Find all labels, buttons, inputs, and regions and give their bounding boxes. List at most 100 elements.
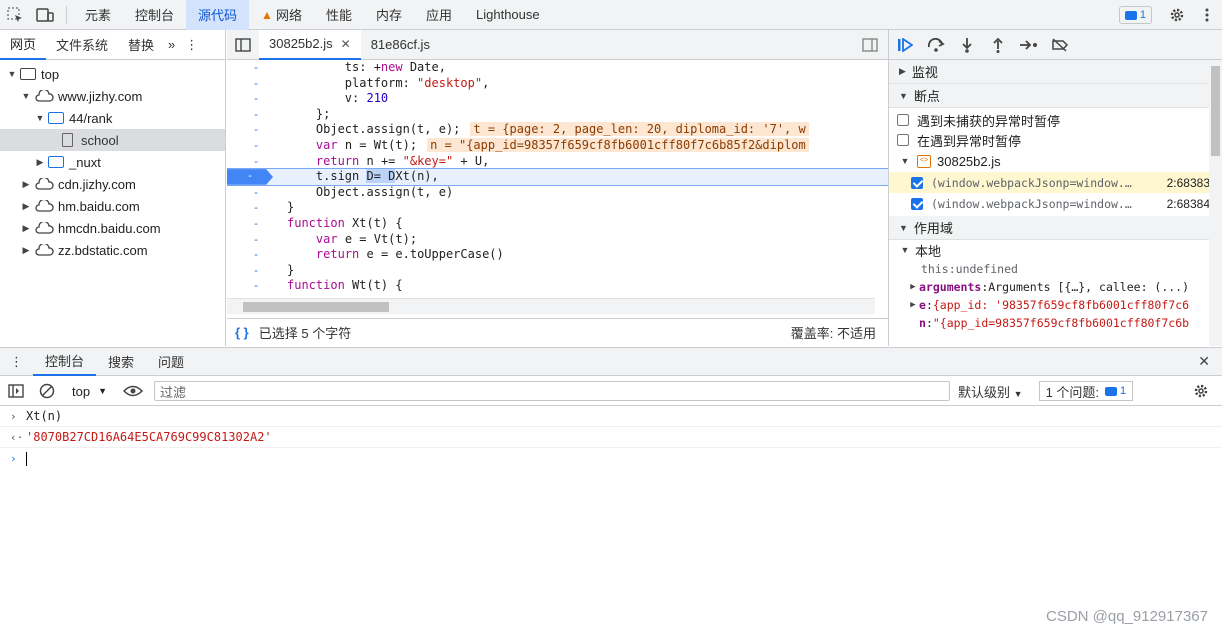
line-gutter[interactable]: - [227, 185, 285, 201]
console-settings-gear-icon[interactable] [1185, 376, 1216, 406]
step-icon[interactable] [1013, 30, 1044, 60]
line-gutter[interactable]: - [227, 200, 285, 216]
line-gutter[interactable]: - [227, 263, 285, 279]
tab-console[interactable]: 控制台 [123, 0, 186, 30]
editor-tabs: 30825b2.js ✕ 81e86cf.js [227, 29, 888, 60]
log-levels-dropdown[interactable]: 默认级别 ▼ [958, 382, 1023, 401]
expand-arrow-icon: ▼ [35, 113, 45, 123]
resume-icon[interactable] [889, 30, 920, 60]
step-out-icon[interactable] [982, 30, 1013, 60]
clear-console-icon[interactable] [31, 376, 62, 406]
scrollbar-thumb[interactable] [243, 302, 389, 312]
issues-counter[interactable]: 1 个问题: 1 [1038, 381, 1134, 401]
drawer-menu-icon[interactable]: ⋮ [0, 348, 33, 376]
nav-more-options-icon[interactable]: ⋮ [179, 30, 204, 60]
tree-item-folder[interactable]: ▼ 44/rank [0, 107, 225, 129]
horizontal-scrollbar[interactable] [227, 298, 875, 314]
scope-section-header[interactable]: ▼ 作用域 [889, 216, 1222, 240]
tree-item-nuxt[interactable]: ▶ _nuxt [0, 151, 225, 173]
scope-variable[interactable]: n: "{app_id=98357f659cf8fb6001cff80f7c6b [889, 314, 1222, 332]
breakpoint-item[interactable]: (window.webpackJsonp=window.webpackJsonp… [889, 172, 1222, 193]
breakpoint-checkbox[interactable] [911, 176, 923, 189]
inspect-element-icon[interactable] [0, 0, 30, 30]
close-tab-icon[interactable]: ✕ [341, 37, 351, 51]
step-into-icon[interactable] [951, 30, 982, 60]
code-line: - v: 210 [227, 91, 888, 107]
breakpoint-item[interactable]: (window.webpackJsonp=window.webpackJsonp… [889, 193, 1222, 214]
tab-performance[interactable]: 性能 [314, 0, 364, 30]
scope-variable[interactable]: ▶ e: {app_id: '98357f659cf8fb6001cff80f7c… [889, 296, 1222, 314]
pause-caught-checkbox[interactable]: 在遇到异常时暂停 [889, 130, 1222, 150]
issues-badge[interactable]: 1 [1118, 6, 1152, 24]
tab-network[interactable]: ▲ 网络 [249, 0, 314, 30]
tree-item-school[interactable]: school [0, 129, 225, 151]
editor-tab-30825b2[interactable]: 30825b2.js ✕ [259, 29, 361, 60]
show-sidebar-icon[interactable] [0, 376, 31, 406]
tab-sources[interactable]: 源代码 [186, 0, 250, 30]
toggle-navigator-icon[interactable] [227, 30, 259, 60]
pretty-print-icon[interactable]: { } [235, 325, 249, 340]
line-gutter[interactable]: - [227, 278, 285, 294]
collapse-arrow-icon: ▶ [910, 282, 916, 292]
toggle-debugger-icon[interactable] [862, 38, 878, 55]
live-expression-eye-icon[interactable] [117, 376, 148, 406]
scope-variable[interactable]: ▶ arguments: Arguments [{…}, callee: (...… [889, 278, 1222, 296]
scrollbar-thumb[interactable] [1211, 66, 1220, 156]
editor-tab-81e86cf[interactable]: 81e86cf.js [361, 30, 440, 60]
nav-tab-overrides[interactable]: 替换 [118, 30, 164, 60]
line-gutter[interactable]: - [227, 122, 285, 138]
close-drawer-icon[interactable]: ✕ [1198, 353, 1210, 370]
console-prompt[interactable]: › [0, 448, 1222, 469]
tab-lighthouse[interactable]: Lighthouse [464, 0, 552, 30]
console-output[interactable]: › Xt(n) ‹· '8070B27CD16A64E5CA769C99C81302… [0, 406, 1222, 636]
nav-tab-filesystem[interactable]: 文件系统 [46, 30, 118, 60]
device-toolbar-icon[interactable] [30, 0, 60, 30]
vertical-scrollbar[interactable] [1209, 60, 1222, 346]
breakpoints-section-header[interactable]: ▼ 断点 [889, 84, 1222, 108]
line-gutter[interactable]: - [227, 216, 285, 232]
breakpoint-checkbox[interactable] [911, 197, 923, 210]
deactivate-breakpoints-icon[interactable] [1044, 30, 1075, 60]
pause-uncaught-checkbox[interactable]: 遇到未捕获的异常时暂停 [889, 110, 1222, 130]
tab-network-label: 网络 [275, 8, 302, 23]
drawer-tab-issues[interactable]: 问题 [146, 348, 196, 376]
step-over-icon[interactable] [920, 30, 951, 60]
settings-gear-icon[interactable] [1162, 0, 1192, 30]
code-area[interactable]: - ts: +new Date, - platform: "desktop", … [227, 60, 888, 328]
tree-item-domain[interactable]: ▶ hm.baidu.com [0, 195, 225, 217]
tree-item-top[interactable]: ▼ top [0, 63, 225, 85]
nav-tab-page[interactable]: 网页 [0, 30, 47, 60]
local-scope-header[interactable]: ▼ 本地 [889, 240, 1222, 260]
line-gutter[interactable]: - [227, 154, 285, 170]
tab-elements[interactable]: 元素 [73, 0, 123, 30]
checkbox-box[interactable] [897, 114, 909, 126]
tab-application[interactable]: 应用 [414, 0, 464, 30]
drawer-tab-search[interactable]: 搜索 [96, 348, 146, 376]
scope-variable[interactable]: this: undefined [889, 260, 1222, 278]
breakpoint-file-group[interactable]: ▼ <> 30825b2.js [889, 150, 1222, 172]
code-line: - ts: +new Date, [227, 60, 888, 76]
console-filter-input[interactable]: 过滤 [154, 381, 950, 401]
checkbox-box[interactable] [897, 134, 909, 146]
watch-section-header[interactable]: ▶ 监视 [889, 60, 1222, 84]
line-gutter[interactable]: - [227, 107, 285, 123]
tab-memory[interactable]: 内存 [364, 0, 414, 30]
line-gutter[interactable]: - [227, 60, 285, 76]
line-gutter[interactable]: - [227, 138, 285, 154]
tree-item-domain[interactable]: ▶ zz.bdstatic.com [0, 239, 225, 261]
tree-item-domain[interactable]: ▶ hmcdn.baidu.com [0, 217, 225, 239]
more-options-icon[interactable] [1192, 0, 1222, 30]
collapse-arrow-icon: ▶ [36, 156, 44, 167]
more-tabs-chevron-icon[interactable]: » [164, 30, 179, 60]
drawer-tab-console[interactable]: 控制台 [33, 348, 97, 376]
collapse-arrow-icon: ▶ [899, 66, 906, 76]
context-selector[interactable]: top ▼ [62, 384, 117, 399]
line-gutter[interactable]: - [227, 247, 285, 263]
breakpoint-marker[interactable]: - [227, 169, 273, 185]
line-gutter[interactable]: - [227, 76, 285, 92]
code-line: - function Wt(t) { [227, 278, 888, 294]
tree-item-domain[interactable]: ▶ cdn.jizhy.com [0, 173, 225, 195]
tree-item-site[interactable]: ▼ www.jizhy.com [0, 85, 225, 107]
line-gutter[interactable]: - [227, 91, 285, 107]
line-gutter[interactable]: - [227, 232, 285, 248]
